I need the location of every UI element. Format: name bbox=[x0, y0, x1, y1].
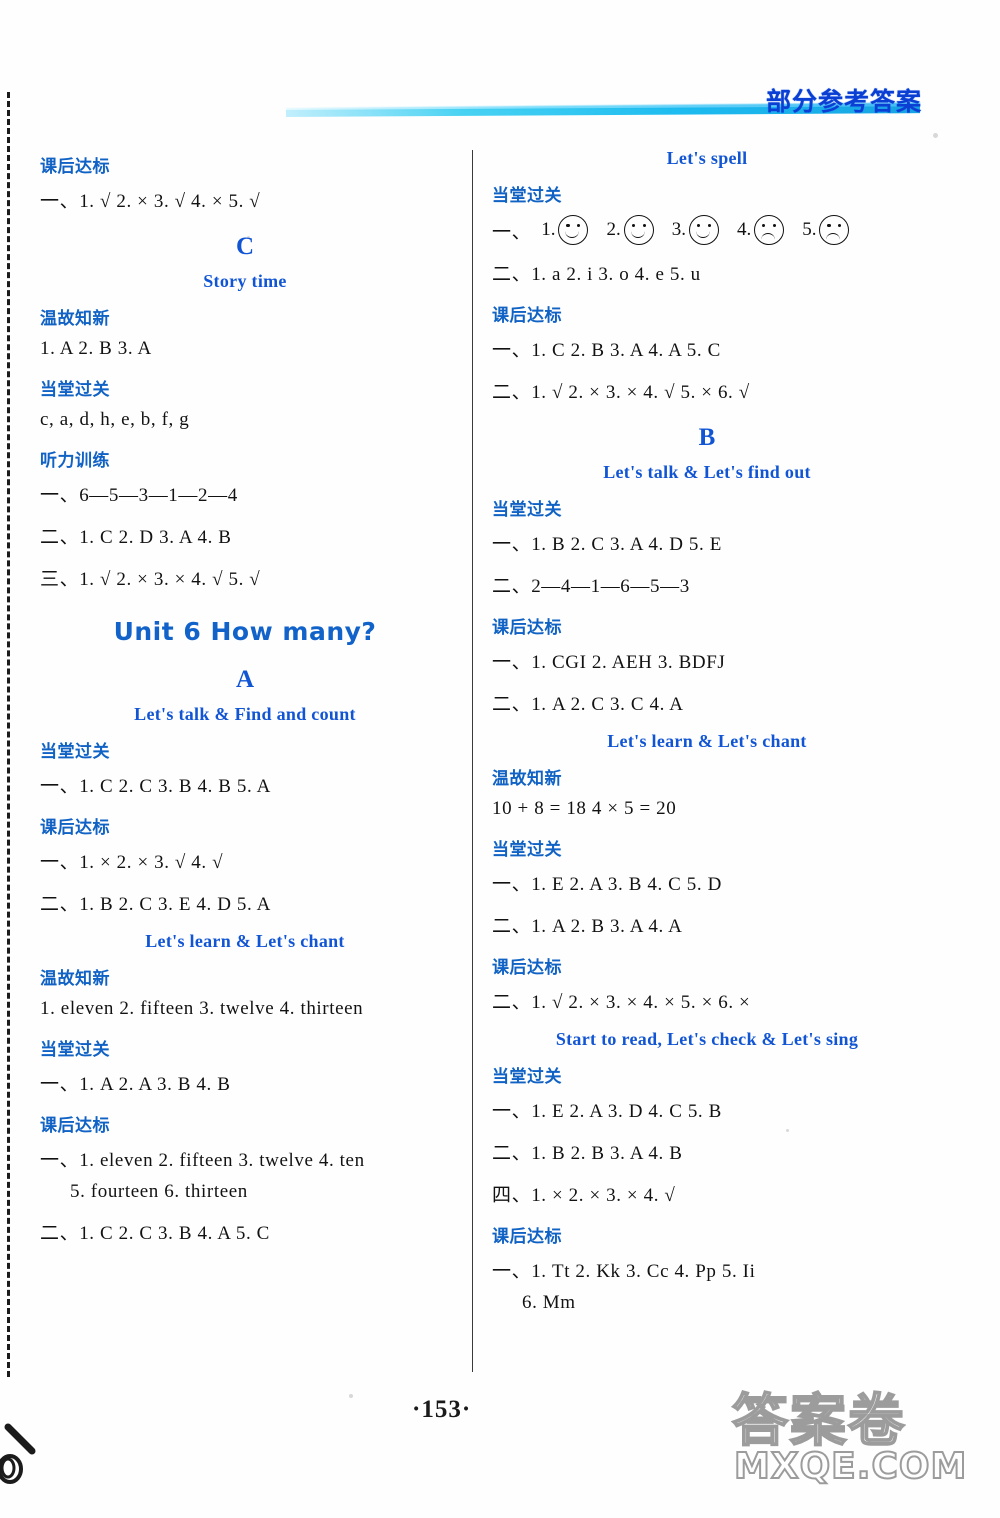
column-divider bbox=[472, 150, 473, 1372]
section-heading: 课后达标 bbox=[40, 818, 110, 838]
section-heading: 温故知新 bbox=[40, 309, 110, 329]
answer-line: 6. Mm bbox=[522, 1292, 576, 1313]
answer-line: 二、1. √ 2. × 3. × 4. × 5. × 6. × bbox=[492, 992, 751, 1013]
answer-line: 二、1. B 2. B 3. A 4. B bbox=[492, 1143, 683, 1164]
answer-line: 一、1. eleven 2. fifteen 3. twelve 4. ten bbox=[40, 1150, 365, 1171]
section-heading: 当堂过关 bbox=[40, 1040, 110, 1060]
section-heading: 当堂过关 bbox=[492, 186, 562, 206]
section-heading: 听力训练 bbox=[40, 451, 110, 471]
answer-line: 一、1. Tt 2. Kk 3. Cc 4. Pp 5. Ii bbox=[492, 1261, 756, 1282]
answer-line: 二、1. B 2. C 3. E 4. D 5. A bbox=[40, 894, 271, 915]
face-answer-row: 一、 1. 2. 3. 4. 5. bbox=[492, 215, 922, 245]
answer-line: 1. A 2. B 3. A bbox=[40, 338, 152, 359]
right-answer-column: Let's spell 当堂过关 一、 1. 2. 3. 4. 5. 二、1. a 2. i 3… bbox=[492, 140, 922, 1329]
answer-line: 三、1. √ 2. × 3. × 4. √ 5. √ bbox=[40, 569, 261, 590]
answer-line: 10 + 8 = 18 4 × 5 = 20 bbox=[492, 798, 677, 819]
lesson-subtitle: Story time bbox=[203, 271, 287, 291]
lesson-subtitle: Start to read, Let's check & Let's sing bbox=[555, 1029, 859, 1049]
section-heading: 当堂过关 bbox=[492, 840, 562, 860]
lesson-subtitle: Let's learn & Let's chant bbox=[607, 731, 807, 751]
lesson-subtitle: Let's learn & Let's chant bbox=[145, 931, 345, 951]
paper-speck bbox=[349, 1394, 353, 1398]
answer-number: 3. bbox=[671, 219, 686, 240]
scissors-icon bbox=[0, 1423, 36, 1484]
answer-line: c, a, d, h, e, b, f, g bbox=[40, 409, 190, 430]
section-heading: 课后达标 bbox=[40, 1116, 110, 1136]
section-heading: 课后达标 bbox=[492, 958, 562, 978]
answer-line: 一、1. × 2. × 3. √ 4. √ bbox=[40, 852, 224, 873]
left-answer-column: 课后达标 一、1. √ 2. × 3. √ 4. × 5. √ C Story tim… bbox=[40, 140, 450, 1260]
section-heading: 课后达标 bbox=[492, 618, 562, 638]
happy-face-icon bbox=[688, 215, 719, 245]
answer-line: 二、1. C 2. D 3. A 4. B bbox=[40, 527, 232, 548]
answer-line: 二、1. √ 2. × 3. × 4. √ 5. × 6. √ bbox=[492, 382, 750, 403]
page-title: 部分参考答案 bbox=[765, 87, 922, 116]
lesson-subtitle: Let's talk & Find and count bbox=[134, 704, 356, 724]
paper-speck bbox=[933, 133, 938, 138]
answer-label: 一、 bbox=[492, 221, 532, 243]
answer-line: 5. fourteen 6. thirteen bbox=[70, 1181, 248, 1202]
section-heading: 课后达标 bbox=[492, 306, 562, 326]
answer-line: 1. eleven 2. fifteen 3. twelve 4. thirte… bbox=[40, 998, 364, 1019]
answer-line: 二、1. C 2. C 3. B 4. A 5. C bbox=[40, 1223, 270, 1244]
section-heading: 温故知新 bbox=[492, 769, 562, 789]
answer-line: 一、1. √ 2. × 3. √ 4. × 5. √ bbox=[40, 191, 261, 212]
watermark-domain: MXQE.COM bbox=[733, 1445, 968, 1488]
watermark: 答案卷 MXQE.COM bbox=[731, 1370, 982, 1510]
answer-line: 一、1. A 2. A 3. B 4. B bbox=[40, 1074, 231, 1095]
answer-line: 四、1. × 2. × 3. × 4. √ bbox=[492, 1185, 676, 1206]
part-letter: C bbox=[235, 233, 255, 260]
answer-line: 一、1. E 2. A 3. B 4. C 5. D bbox=[492, 874, 722, 895]
answer-line: 一、1. B 2. C 3. A 4. D 5. E bbox=[492, 534, 722, 555]
answer-line: 二、2—4—1—6—5—3 bbox=[492, 576, 690, 597]
happy-face-icon bbox=[623, 215, 654, 245]
section-heading: 温故知新 bbox=[40, 969, 110, 989]
answer-line: 一、6—5—3—1—2—4 bbox=[40, 485, 238, 506]
part-letter: B bbox=[698, 424, 716, 451]
answer-line: 二、1. A 2. B 3. A 4. A bbox=[492, 916, 683, 937]
answer-line: 一、1. CGI 2. AEH 3. BDFJ bbox=[492, 652, 726, 673]
sad-face-icon bbox=[754, 215, 785, 245]
section-heading: 当堂过关 bbox=[40, 742, 110, 762]
section-heading: 课后达标 bbox=[40, 157, 110, 177]
answer-line: 二、1. a 2. i 3. o 4. e 5. u bbox=[492, 264, 701, 285]
sad-face-icon bbox=[819, 215, 850, 245]
answer-number: 1. bbox=[541, 219, 556, 240]
watermark-chinese: 答案卷 bbox=[731, 1388, 906, 1455]
lesson-subtitle: Let's talk & Let's find out bbox=[603, 462, 811, 482]
answer-line: 二、1. A 2. C 3. C 4. A bbox=[492, 694, 684, 715]
answer-number: 4. bbox=[736, 219, 752, 240]
section-heading: 当堂过关 bbox=[492, 1067, 562, 1087]
answer-number: 5. bbox=[802, 219, 817, 240]
unit-title: Unit 6 How many? bbox=[113, 617, 377, 646]
answer-line: 一、1. E 2. A 3. D 4. C 5. B bbox=[492, 1101, 722, 1122]
answer-line: 一、1. C 2. C 3. B 4. B 5. A bbox=[40, 776, 271, 797]
answer-number: 2. bbox=[606, 219, 621, 240]
happy-face-icon bbox=[558, 215, 589, 245]
cut-dashed-line bbox=[7, 92, 10, 1377]
section-heading: 课后达标 bbox=[492, 1227, 562, 1247]
section-heading: 当堂过关 bbox=[40, 380, 110, 400]
section-heading: 当堂过关 bbox=[492, 500, 562, 520]
lesson-subtitle: Let's spell bbox=[666, 148, 748, 168]
page-number: ·153· bbox=[412, 1396, 472, 1423]
answer-line: 一、1. C 2. B 3. A 4. A 5. C bbox=[492, 340, 721, 361]
part-letter: A bbox=[235, 666, 255, 693]
